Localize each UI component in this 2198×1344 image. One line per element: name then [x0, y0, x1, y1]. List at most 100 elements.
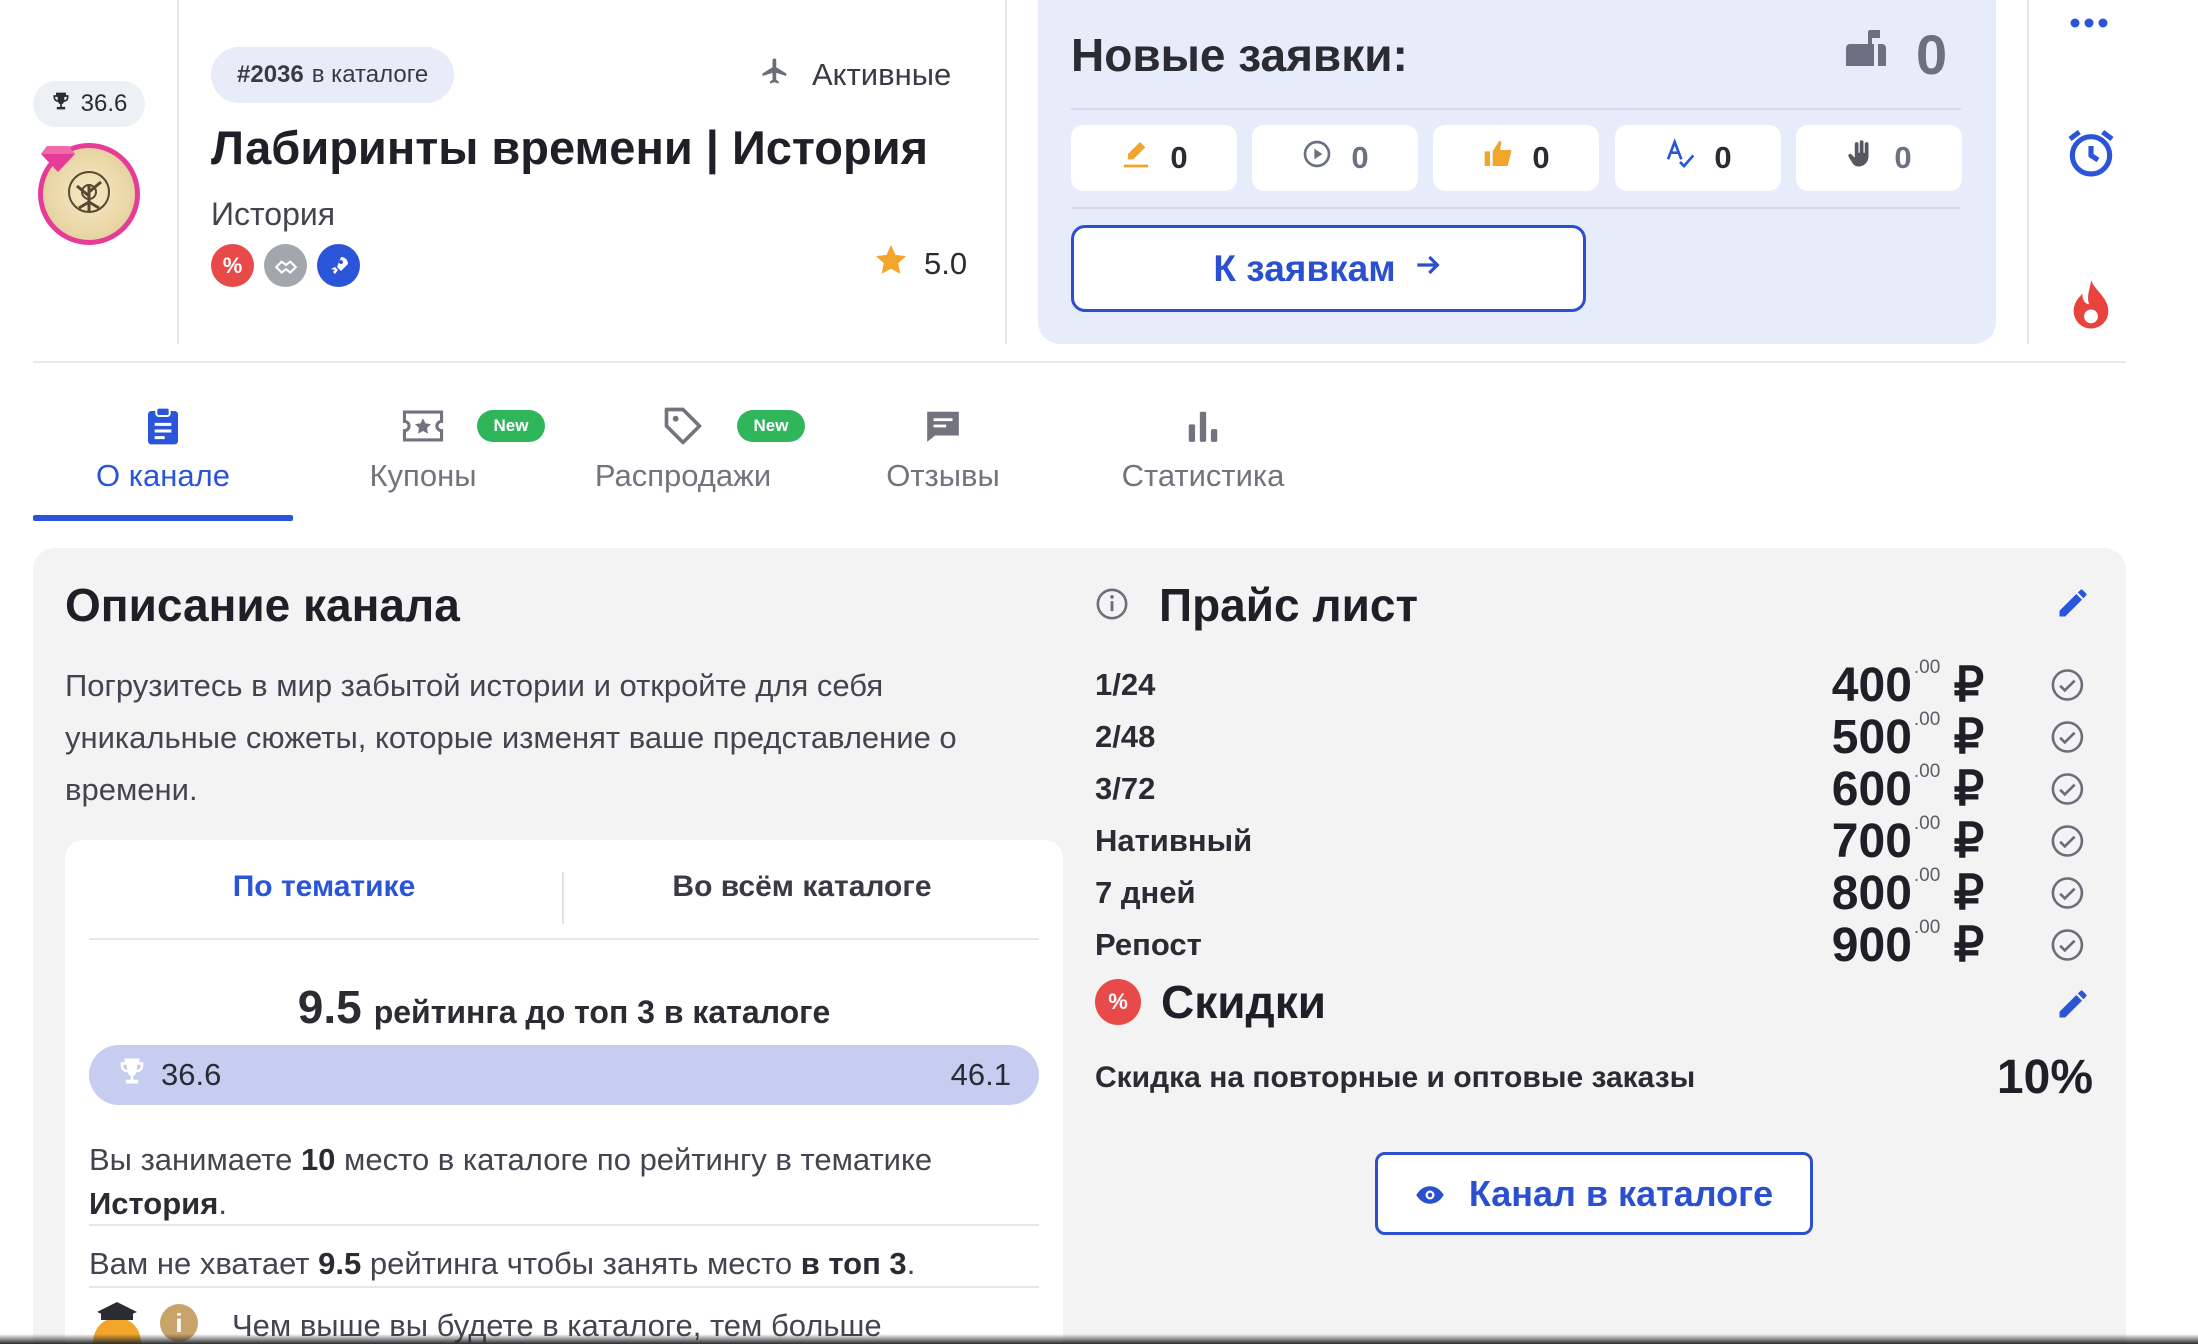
discount-tag-icon[interactable]: % [211, 244, 254, 287]
tab-about[interactable]: О канале [33, 400, 293, 510]
edit-discounts-icon[interactable] [2055, 986, 2091, 1027]
price-format: 3/72 [1095, 771, 1156, 806]
thumbs-up-icon [1482, 138, 1514, 178]
discount-row: Скидка на повторные и оптовые заказы 10% [1095, 1050, 2093, 1105]
spellcheck-icon [1664, 138, 1696, 178]
go-to-requests-label: К заявкам [1213, 247, 1396, 289]
ranking-tab-topic[interactable]: По тематике [89, 870, 559, 904]
header-divider [1005, 0, 1007, 344]
channel-category: История [211, 196, 336, 232]
requests-approved-cell[interactable]: 0 [1433, 125, 1599, 191]
channel-rating-stars: 5.0 [872, 242, 967, 286]
tab-label: О канале [96, 458, 230, 493]
price-row: Репост 900.00 ₽ [1095, 917, 2085, 972]
trophy-icon [117, 1056, 147, 1094]
view-in-catalog-label: Канал в каталоге [1468, 1172, 1774, 1214]
check-circle-icon[interactable] [2050, 875, 2085, 911]
requests-total: 0 [1842, 22, 1947, 87]
header-divider-line [33, 361, 2126, 363]
edit-price-list-icon[interactable] [2055, 585, 2091, 626]
tree-logo-icon [68, 171, 110, 213]
discount-icon: % [1095, 979, 1141, 1025]
tab-statistics[interactable]: Статистика [1073, 400, 1333, 510]
price-row: 3/72 600.00 ₽ [1095, 761, 2085, 816]
rating-pill: 36.6 [33, 81, 145, 127]
ranking-gap-text: рейтинга до топ 3 в каталоге [373, 994, 831, 1030]
channel-tags: % [211, 244, 360, 287]
more-options-icon[interactable] [2068, 4, 2110, 49]
check-circle-icon[interactable] [2050, 823, 2085, 859]
divider [1071, 207, 1961, 209]
price-row: 2/48 500.00 ₽ [1095, 709, 2085, 764]
description-text: Погрузитесь в мир забытой истории и откр… [65, 668, 957, 807]
progress-target: 46.1 [950, 1057, 1011, 1092]
tab-label: Распродажи [594, 458, 772, 493]
clipboard-icon [146, 400, 180, 452]
ranking-headline: 9.5 рейтинга до топ 3 в каталоге [89, 980, 1039, 1034]
price-format: 2/48 [1095, 719, 1156, 754]
divider [562, 872, 564, 924]
header-divider [177, 0, 179, 344]
price-value: 500.00 ₽ [1831, 709, 1985, 764]
handshake-tag-icon[interactable] [264, 244, 307, 287]
hand-icon [1846, 138, 1876, 178]
ranking-gap-value: 9.5 [297, 981, 362, 1033]
check-circle-icon[interactable] [2050, 719, 2085, 755]
requests-drafts-cell[interactable]: 0 [1071, 125, 1237, 191]
window-bottom-edge [0, 1334, 2198, 1344]
bar-chart-icon [1184, 400, 1222, 452]
divider [89, 938, 1039, 940]
trophy-icon [51, 90, 71, 118]
catalog-number: #2036 [237, 61, 304, 88]
ranking-gap-text: Вам не хватает 9.5 рейтинга чтобы занять… [89, 1246, 916, 1281]
price-list-title-row: Прайс лист [1095, 578, 1418, 632]
play-icon [1301, 138, 1333, 178]
progress-current: 36.6 [161, 1057, 222, 1092]
catalog-position-badge[interactable]: #2036 в каталоге [211, 47, 455, 103]
arrow-right-icon [1412, 248, 1444, 290]
check-circle-icon[interactable] [2050, 771, 2085, 807]
new-badge: New [477, 410, 545, 442]
fire-icon[interactable] [2070, 280, 2112, 337]
ranking-progress-bar: 36.6 46.1 [89, 1045, 1039, 1105]
airplane-icon [760, 56, 790, 94]
price-value: 400.00 ₽ [1831, 657, 1985, 712]
mailbox-icon [1842, 22, 1890, 87]
channel-avatar[interactable] [38, 143, 140, 245]
requests-rejected-cell[interactable]: 0 [1796, 125, 1962, 191]
active-tab-indicator [33, 515, 293, 521]
tab-label: Отзывы [886, 458, 1000, 493]
requests-review-cell[interactable]: 0 [1615, 125, 1781, 191]
catalog-suffix: в каталоге [311, 61, 429, 88]
new-badge: New [737, 410, 805, 442]
go-to-requests-button[interactable]: К заявкам [1071, 225, 1586, 312]
price-value: 800.00 ₽ [1831, 865, 1985, 920]
price-format: Нативный [1095, 823, 1253, 858]
tab-label: Статистика [1121, 458, 1285, 493]
discounts-title-row: % Скидки [1095, 975, 1326, 1029]
view-in-catalog-button[interactable]: Канал в каталоге [1375, 1152, 1813, 1235]
requests-in-progress-cell[interactable]: 0 [1252, 125, 1418, 191]
rating-value: 36.6 [80, 90, 128, 117]
tab-reviews[interactable]: Отзывы [813, 400, 1073, 510]
description-title: Описание канала [65, 579, 460, 631]
ticket-icon [401, 400, 445, 452]
check-circle-icon[interactable] [2050, 927, 2085, 963]
alarm-clock-icon[interactable] [2063, 125, 2119, 186]
status-label: Активные [812, 57, 952, 92]
price-value: 600.00 ₽ [1831, 761, 1985, 816]
price-value: 900.00 ₽ [1831, 917, 1985, 972]
tab-label: Купоны [369, 458, 477, 493]
rocket-tag-icon[interactable] [317, 244, 360, 287]
price-row: 7 дней 800.00 ₽ [1095, 865, 2085, 920]
info-circle-icon[interactable] [1095, 578, 1129, 632]
channel-title[interactable]: Лабиринты времени | История [211, 120, 928, 175]
ranking-place-text: Вы занимаете 10 место в каталоге по рейт… [89, 1142, 933, 1221]
check-circle-icon[interactable] [2050, 667, 2085, 703]
ranking-tab-all[interactable]: Во всём каталоге [567, 870, 1037, 904]
chat-bubble-icon [924, 400, 962, 452]
discounts-title: Скидки [1161, 976, 1327, 1028]
stars-value: 5.0 [924, 246, 968, 281]
price-format: 7 дней [1095, 875, 1196, 910]
price-format: 1/24 [1095, 667, 1156, 702]
